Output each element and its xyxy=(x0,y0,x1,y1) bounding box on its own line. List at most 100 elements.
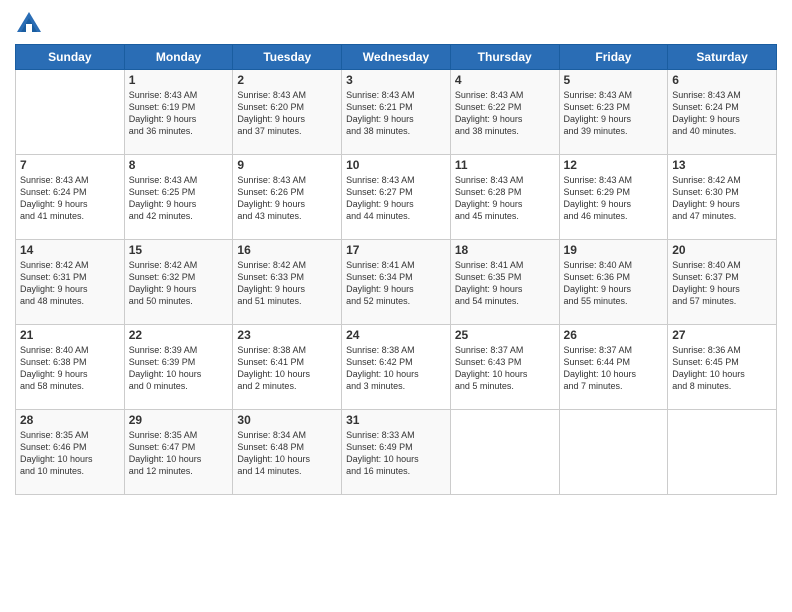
weekday-header-friday: Friday xyxy=(559,45,668,70)
day-number: 26 xyxy=(564,328,664,342)
calendar-cell xyxy=(559,410,668,495)
day-info: Sunrise: 8:43 AM Sunset: 6:27 PM Dayligh… xyxy=(346,174,446,223)
day-info: Sunrise: 8:35 AM Sunset: 6:46 PM Dayligh… xyxy=(20,429,120,478)
calendar-cell: 12Sunrise: 8:43 AM Sunset: 6:29 PM Dayli… xyxy=(559,155,668,240)
day-info: Sunrise: 8:33 AM Sunset: 6:49 PM Dayligh… xyxy=(346,429,446,478)
day-info: Sunrise: 8:43 AM Sunset: 6:26 PM Dayligh… xyxy=(237,174,337,223)
day-info: Sunrise: 8:43 AM Sunset: 6:19 PM Dayligh… xyxy=(129,89,229,138)
page-header xyxy=(15,10,777,38)
calendar-cell: 5 Sunrise: 8:43 AM Sunset: 6:23 PM Daylig… xyxy=(559,70,668,155)
day-number: 21 xyxy=(20,328,120,342)
day-number: 12 xyxy=(564,158,664,172)
logo xyxy=(15,10,47,38)
weekday-header-wednesday: Wednesday xyxy=(342,45,451,70)
day-number: 30 xyxy=(237,413,337,427)
day-number: 27 xyxy=(672,328,772,342)
calendar-week-3: 14 Sunrise: 8:42 AM Sunset: 6:31 PM Dayli… xyxy=(16,240,777,325)
calendar-cell xyxy=(450,410,559,495)
calendar-cell: 27 Sunrise: 8:36 AM Sunset: 6:45 PM Dayli… xyxy=(668,325,777,410)
day-info: Sunrise: 8:43 AM Sunset: 6:22 PM Dayligh… xyxy=(455,89,555,138)
calendar-cell: 16 Sunrise: 8:42 AM Sunset: 6:33 PM Dayli… xyxy=(233,240,342,325)
day-number: 22 xyxy=(129,328,229,342)
calendar-cell: 22 Sunrise: 8:39 AM Sunset: 6:39 PM Dayli… xyxy=(124,325,233,410)
day-info: Sunrise: 8:42 AM Sunset: 6:32 PM Dayligh… xyxy=(129,259,229,308)
day-info: Sunrise: 8:39 AM Sunset: 6:39 PM Dayligh… xyxy=(129,344,229,393)
calendar-cell: 29 Sunrise: 8:35 AM Sunset: 6:47 PM Dayli… xyxy=(124,410,233,495)
day-info: Sunrise: 8:40 AM Sunset: 6:37 PM Dayligh… xyxy=(672,259,772,308)
day-number: 18 xyxy=(455,243,555,257)
day-info: Sunrise: 8:40 AM Sunset: 6:38 PM Dayligh… xyxy=(20,344,120,393)
day-info: Sunrise: 8:43 AM Sunset: 6:24 PM Dayligh… xyxy=(20,174,120,223)
calendar-week-5: 28 Sunrise: 8:35 AM Sunset: 6:46 PM Dayli… xyxy=(16,410,777,495)
day-info: Sunrise: 8:43 AM Sunset: 6:28 PM Dayligh… xyxy=(455,174,555,223)
day-info: Sunrise: 8:43 AM Sunset: 6:20 PM Dayligh… xyxy=(237,89,337,138)
calendar-cell: 26 Sunrise: 8:37 AM Sunset: 6:44 PM Dayli… xyxy=(559,325,668,410)
day-info: Sunrise: 8:40 AM Sunset: 6:36 PM Dayligh… xyxy=(564,259,664,308)
day-number: 15 xyxy=(129,243,229,257)
calendar-cell: 18Sunrise: 8:41 AM Sunset: 6:35 PM Dayli… xyxy=(450,240,559,325)
day-info: Sunrise: 8:34 AM Sunset: 6:48 PM Dayligh… xyxy=(237,429,337,478)
weekday-header-tuesday: Tuesday xyxy=(233,45,342,70)
calendar-cell xyxy=(16,70,125,155)
day-number: 17 xyxy=(346,243,446,257)
calendar-cell: 19 Sunrise: 8:40 AM Sunset: 6:36 PM Dayli… xyxy=(559,240,668,325)
calendar-week-1: 1Sunrise: 8:43 AM Sunset: 6:19 PM Daylig… xyxy=(16,70,777,155)
calendar-cell: 14 Sunrise: 8:42 AM Sunset: 6:31 PM Dayli… xyxy=(16,240,125,325)
day-info: Sunrise: 8:43 AM Sunset: 6:25 PM Dayligh… xyxy=(129,174,229,223)
weekday-header-thursday: Thursday xyxy=(450,45,559,70)
calendar-cell: 9 Sunrise: 8:43 AM Sunset: 6:26 PM Daylig… xyxy=(233,155,342,240)
day-number: 2 xyxy=(237,73,337,87)
calendar-cell: 1Sunrise: 8:43 AM Sunset: 6:19 PM Daylig… xyxy=(124,70,233,155)
calendar-cell: 2 Sunrise: 8:43 AM Sunset: 6:20 PM Daylig… xyxy=(233,70,342,155)
day-number: 25 xyxy=(455,328,555,342)
calendar-cell: 31 Sunrise: 8:33 AM Sunset: 6:49 PM Dayli… xyxy=(342,410,451,495)
calendar-cell: 28 Sunrise: 8:35 AM Sunset: 6:46 PM Dayli… xyxy=(16,410,125,495)
day-info: Sunrise: 8:43 AM Sunset: 6:24 PM Dayligh… xyxy=(672,89,772,138)
day-number: 7 xyxy=(20,158,120,172)
day-number: 31 xyxy=(346,413,446,427)
day-info: Sunrise: 8:42 AM Sunset: 6:31 PM Dayligh… xyxy=(20,259,120,308)
day-info: Sunrise: 8:38 AM Sunset: 6:41 PM Dayligh… xyxy=(237,344,337,393)
weekday-row: SundayMondayTuesdayWednesdayThursdayFrid… xyxy=(16,45,777,70)
calendar-cell: 24Sunrise: 8:38 AM Sunset: 6:42 PM Dayli… xyxy=(342,325,451,410)
day-number: 24 xyxy=(346,328,446,342)
day-info: Sunrise: 8:35 AM Sunset: 6:47 PM Dayligh… xyxy=(129,429,229,478)
calendar-cell: 7 Sunrise: 8:43 AM Sunset: 6:24 PM Daylig… xyxy=(16,155,125,240)
calendar-header: SundayMondayTuesdayWednesdayThursdayFrid… xyxy=(16,45,777,70)
day-number: 11 xyxy=(455,158,555,172)
day-info: Sunrise: 8:37 AM Sunset: 6:44 PM Dayligh… xyxy=(564,344,664,393)
calendar-cell: 8Sunrise: 8:43 AM Sunset: 6:25 PM Daylig… xyxy=(124,155,233,240)
calendar-table: SundayMondayTuesdayWednesdayThursdayFrid… xyxy=(15,44,777,495)
day-number: 14 xyxy=(20,243,120,257)
day-number: 5 xyxy=(564,73,664,87)
calendar-page: SundayMondayTuesdayWednesdayThursdayFrid… xyxy=(0,0,792,612)
calendar-week-4: 21 Sunrise: 8:40 AM Sunset: 6:38 PM Dayli… xyxy=(16,325,777,410)
calendar-cell: 20Sunrise: 8:40 AM Sunset: 6:37 PM Dayli… xyxy=(668,240,777,325)
calendar-cell: 21 Sunrise: 8:40 AM Sunset: 6:38 PM Dayli… xyxy=(16,325,125,410)
calendar-cell: 4 Sunrise: 8:43 AM Sunset: 6:22 PM Daylig… xyxy=(450,70,559,155)
day-info: Sunrise: 8:37 AM Sunset: 6:43 PM Dayligh… xyxy=(455,344,555,393)
day-info: Sunrise: 8:43 AM Sunset: 6:23 PM Dayligh… xyxy=(564,89,664,138)
weekday-header-saturday: Saturday xyxy=(668,45,777,70)
day-number: 9 xyxy=(237,158,337,172)
day-info: Sunrise: 8:42 AM Sunset: 6:30 PM Dayligh… xyxy=(672,174,772,223)
calendar-cell xyxy=(668,410,777,495)
weekday-header-monday: Monday xyxy=(124,45,233,70)
weekday-header-sunday: Sunday xyxy=(16,45,125,70)
day-number: 4 xyxy=(455,73,555,87)
day-number: 16 xyxy=(237,243,337,257)
calendar-cell: 30 Sunrise: 8:34 AM Sunset: 6:48 PM Dayli… xyxy=(233,410,342,495)
calendar-cell: 6 Sunrise: 8:43 AM Sunset: 6:24 PM Daylig… xyxy=(668,70,777,155)
day-number: 29 xyxy=(129,413,229,427)
calendar-cell: 11 Sunrise: 8:43 AM Sunset: 6:28 PM Dayli… xyxy=(450,155,559,240)
day-info: Sunrise: 8:36 AM Sunset: 6:45 PM Dayligh… xyxy=(672,344,772,393)
calendar-cell: 10Sunrise: 8:43 AM Sunset: 6:27 PM Dayli… xyxy=(342,155,451,240)
day-number: 28 xyxy=(20,413,120,427)
calendar-week-2: 7 Sunrise: 8:43 AM Sunset: 6:24 PM Daylig… xyxy=(16,155,777,240)
calendar-cell: 23Sunrise: 8:38 AM Sunset: 6:41 PM Dayli… xyxy=(233,325,342,410)
day-number: 19 xyxy=(564,243,664,257)
day-info: Sunrise: 8:42 AM Sunset: 6:33 PM Dayligh… xyxy=(237,259,337,308)
calendar-cell: 3Sunrise: 8:43 AM Sunset: 6:21 PM Daylig… xyxy=(342,70,451,155)
day-number: 3 xyxy=(346,73,446,87)
day-number: 6 xyxy=(672,73,772,87)
